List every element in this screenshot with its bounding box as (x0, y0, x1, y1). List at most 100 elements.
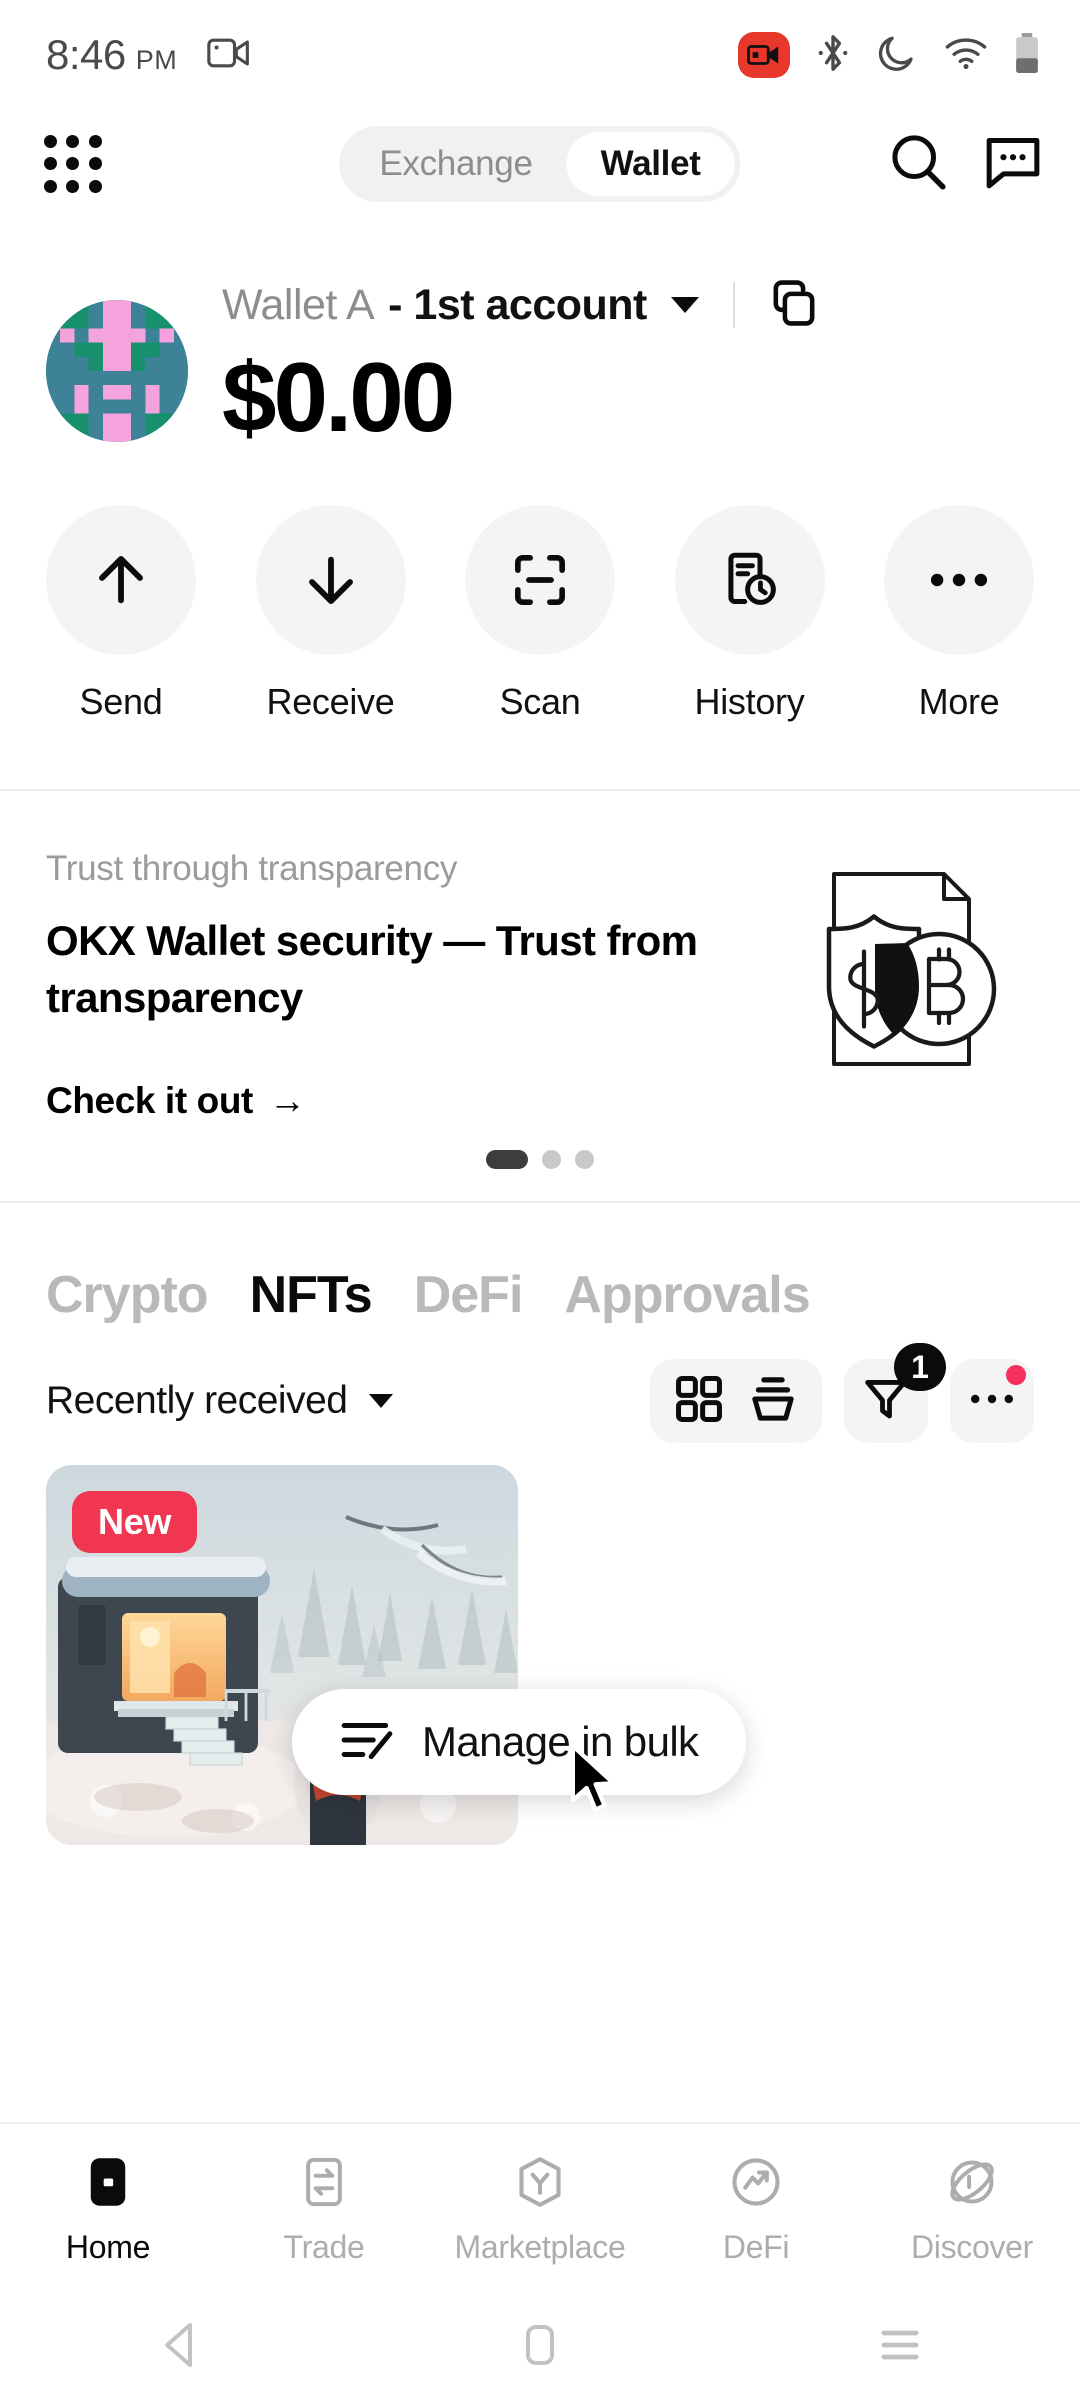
home-square-icon[interactable] (480, 2321, 600, 2369)
app-screen: 8:46 PM Exchange Wallet Wallet A - 1st a… (0, 0, 1080, 2400)
tab-approvals[interactable]: Approvals (564, 1265, 810, 1325)
sort-label: Recently received (46, 1379, 348, 1423)
nav-marketplace[interactable]: Marketplace (440, 2154, 640, 2266)
nav-home[interactable]: Home (8, 2154, 208, 2266)
tab-nfts[interactable]: NFTs (250, 1265, 373, 1325)
bluetooth-icon (816, 32, 850, 79)
scan-icon (465, 504, 615, 655)
tab-crypto[interactable]: Crypto (46, 1265, 209, 1325)
arrow-up-icon (46, 504, 196, 655)
nft-more-button[interactable] (950, 1359, 1034, 1444)
action-send[interactable]: Send (46, 504, 196, 723)
action-scan[interactable]: Scan (465, 504, 615, 723)
chevron-down-icon (369, 1394, 394, 1409)
back-triangle-icon[interactable] (120, 2321, 240, 2369)
nft-view-controls: 1 (650, 1343, 1034, 1444)
account-header: Wallet A - 1st account $0.00 (0, 218, 1080, 449)
nft-controls: Recently received 1 (0, 1325, 1080, 1444)
collection-view-icon[interactable] (748, 1374, 798, 1429)
nav-label: Marketplace (454, 2229, 626, 2265)
status-bar-left: 8:46 PM (46, 31, 251, 79)
nft-grid: New Manage in bulk (0, 1443, 1080, 2122)
new-badge: New (72, 1491, 198, 1554)
history-icon (674, 504, 825, 655)
tab-defi[interactable]: DeFi (414, 1265, 524, 1325)
chat-icon[interactable] (982, 133, 1044, 196)
wallet-name: Wallet A (222, 280, 375, 329)
carousel-dot[interactable] (486, 1150, 528, 1170)
segment-exchange[interactable]: Exchange (345, 132, 566, 196)
discover-planet-icon (945, 2154, 999, 2215)
action-label: More (918, 680, 1000, 722)
nav-label: Discover (910, 2229, 1034, 2265)
carousel-dots[interactable] (0, 1150, 1080, 1170)
notification-dot (1006, 1365, 1026, 1386)
nav-discover[interactable]: Discover (872, 2154, 1072, 2266)
ellipsis-icon (884, 504, 1034, 655)
ellipsis-icon (968, 1392, 1016, 1411)
divider (732, 282, 735, 328)
wifi-icon (944, 36, 988, 75)
shield-document-bitcoin-icon (764, 849, 1034, 1122)
action-label: Receive (266, 680, 395, 722)
promo-cta-button[interactable]: Check it out → (46, 1080, 754, 1122)
chevron-down-icon[interactable] (670, 297, 699, 313)
action-label: Send (79, 680, 163, 722)
grid-view-icon[interactable] (674, 1374, 724, 1429)
action-label: History (694, 680, 805, 722)
status-bar-right (738, 32, 1040, 79)
manage-in-bulk-label: Manage in bulk (422, 1718, 699, 1766)
do-not-disturb-moon-icon (876, 32, 918, 79)
action-more[interactable]: More (884, 504, 1034, 723)
grid-menu-icon[interactable] (36, 127, 110, 201)
promo-cta-label: Check it out (46, 1080, 253, 1122)
marketplace-icon (514, 2154, 566, 2215)
home-icon (82, 2154, 134, 2215)
system-nav-bar (0, 2290, 1080, 2400)
copy-icon[interactable] (769, 278, 819, 333)
avatar (46, 300, 188, 442)
top-nav-bar: Exchange Wallet (0, 110, 1080, 218)
promo-text: Trust through transparency OKX Wallet se… (46, 849, 764, 1122)
exchange-wallet-toggle[interactable]: Exchange Wallet (339, 126, 741, 202)
account-details: Wallet A - 1st account $0.00 (222, 270, 819, 449)
recents-menu-icon[interactable] (840, 2323, 960, 2367)
nav-label: DeFi (722, 2229, 790, 2265)
filter-count-badge: 1 (894, 1343, 946, 1392)
action-receive[interactable]: Receive (255, 504, 406, 723)
nav-defi[interactable]: DeFi (656, 2154, 856, 2266)
promo-title: OKX Wallet security — Trust from transpa… (46, 916, 698, 1021)
carousel-dot[interactable] (542, 1150, 561, 1170)
defi-trend-icon (730, 2154, 782, 2215)
nav-trade[interactable]: Trade (224, 2154, 424, 2266)
trade-swap-icon (299, 2154, 349, 2215)
sort-dropdown[interactable]: Recently received (46, 1379, 394, 1423)
segment-wallet[interactable]: Wallet (566, 132, 735, 196)
top-nav-actions (888, 131, 1044, 198)
balance-amount: $0.00 (222, 342, 455, 452)
carousel-dot[interactable] (575, 1150, 594, 1170)
view-mode-toggle[interactable] (650, 1359, 822, 1444)
nav-label: Trade (283, 2229, 365, 2265)
status-ampm: PM (135, 45, 178, 75)
manage-in-bulk-button[interactable]: Manage in bulk (292, 1689, 747, 1796)
screen-record-icon (207, 36, 251, 75)
arrow-right-icon: → (268, 1080, 306, 1122)
quick-actions: Send Receive Scan History More (0, 449, 1080, 723)
nav-label: Home (65, 2229, 151, 2265)
account-name: - 1st account (388, 280, 647, 329)
bottom-nav: Home Trade Marketplace DeFi Discover (0, 2122, 1080, 2290)
status-time: 8:46 (46, 31, 126, 78)
status-bar: 8:46 PM (0, 0, 1080, 110)
arrow-down-icon (255, 504, 406, 655)
promo-banner[interactable]: Trust through transparency OKX Wallet se… (0, 791, 1080, 1122)
asset-tabs: Crypto NFTs DeFi Approvals (0, 1203, 1080, 1325)
recording-indicator-icon (738, 32, 790, 78)
search-icon[interactable] (888, 131, 950, 198)
filter-button[interactable]: 1 (844, 1343, 946, 1444)
action-label: Scan (499, 680, 581, 722)
battery-icon (1014, 32, 1040, 79)
action-history[interactable]: History (674, 504, 825, 723)
edit-list-icon (340, 1716, 394, 1769)
promo-kicker: Trust through transparency (46, 848, 458, 888)
